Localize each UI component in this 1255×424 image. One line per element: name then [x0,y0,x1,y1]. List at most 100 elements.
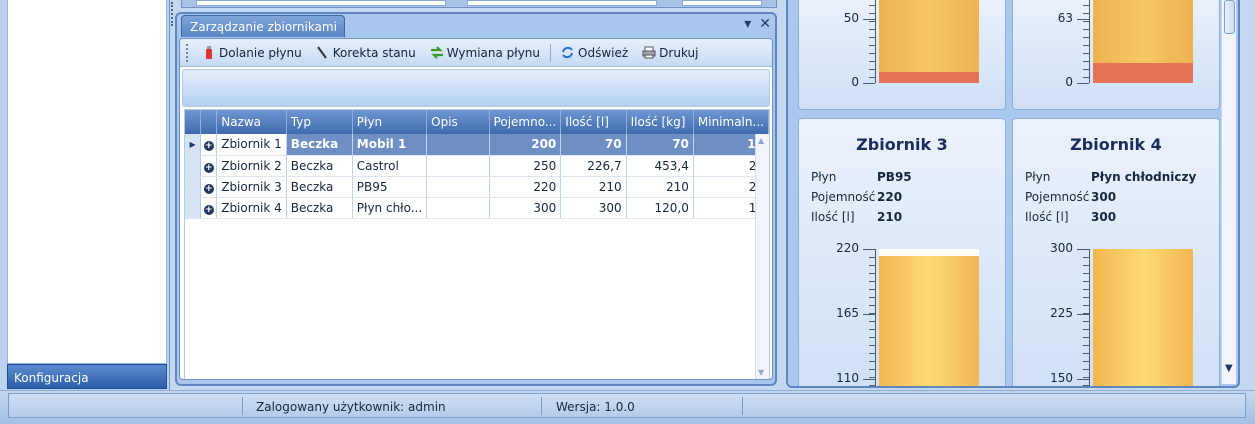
table-cell[interactable]: Beczka [286,176,353,198]
column-header[interactable]: Typ [286,110,353,134]
column-header[interactable]: Pojemno... [489,110,562,134]
minor-tick [869,345,875,346]
minor-tick [869,77,875,78]
table-cell[interactable]: Zbiornik 2 [216,155,287,177]
table-cell[interactable]: Zbiornik 4 [216,197,287,219]
minor-tick [1083,13,1089,14]
table-cell[interactable]: 70 [626,134,694,156]
korekta-stanu-button[interactable]: Korekta stanu [309,42,423,64]
table-cell[interactable]: Beczka [286,155,353,177]
dolanie-plynu-button[interactable]: Dolanie płynu [195,42,309,64]
status-bar: Zalogowany użytkownik: admin Wersja: 1.0… [0,390,1255,424]
scroll-down-icon[interactable]: ▼ [758,368,764,377]
table-cell[interactable]: 70 [560,134,627,156]
column-header[interactable]: Ilość [kg] [626,110,694,134]
column-header[interactable]: Nazwa [216,110,287,134]
scroll-up-icon[interactable]: ▲ [758,136,764,145]
tank-info-label: Płyn [1025,170,1051,184]
table-cell[interactable]: 300 [560,197,627,219]
table-cell[interactable] [426,134,490,156]
expand-row-button[interactable]: + [200,197,218,219]
drukuj-button[interactable]: Drukuj [635,42,705,64]
table-cell[interactable]: 226,7 [560,155,627,177]
minor-tick [869,13,875,14]
column-header[interactable]: Ilość [l] [560,110,627,134]
table-cell[interactable]: 453,4 [626,155,694,177]
table-cell[interactable]: Płyn chło... [352,197,428,219]
scroll-down-icon[interactable]: ▼ [1225,363,1233,374]
table-row[interactable]: + Zbiornik 4 Beczka Płyn chło... 300 300 120,0… [185,197,769,219]
minor-tick [1083,345,1089,346]
tank-low-level-fill [879,72,979,83]
tab-zarzadzanie-zbiornikami[interactable]: Zarządzanie zbiornikami [181,15,345,37]
minor-tick [1083,69,1089,70]
table-row[interactable]: ▶+Zbiornik 1BeczkaMobil 1200707010 [185,134,769,156]
tank-info-label: Ilość [l] [1025,210,1069,224]
table-cell[interactable]: 250 [489,155,562,177]
table-row[interactable]: +Zbiornik 3BeczkaPB9522021021022 [185,176,769,198]
table-cell[interactable]: 210 [626,176,694,198]
table-cell[interactable]: Castrol [352,155,428,177]
close-icon[interactable]: ✕ [759,16,771,32]
table-row[interactable]: +Zbiornik 2BeczkaCastrol250226,7453,420 [185,155,769,177]
tank-card[interactable]: Zbiornik 4 Płyn Płyn chłodniczy Pojemność 30… [1012,118,1220,386]
gauge-tick-label: 0 [1065,75,1073,89]
minor-tick [1083,45,1089,46]
table-cell[interactable]: Zbiornik 3 [216,176,287,198]
tab-menu-icon[interactable]: ▾ [744,16,751,32]
column-header[interactable]: Płyn [352,110,428,134]
major-tick [863,249,875,250]
table-cell[interactable] [426,155,490,177]
gauge-tick-label: 110 [836,371,859,385]
table-cell[interactable] [426,176,490,198]
exchange-icon [430,46,443,59]
tank-panel-scrollbar[interactable]: ▼ [1221,0,1236,384]
tank-card[interactable]: Zbiornik 3 Płyn PB95 Pojemność 220 Ilość [l] 2… [798,118,1006,386]
table-cell[interactable]: Mobil 1 [352,134,428,156]
toolbar: Dolanie płynu Korekta stanu Wymiana płyn… [180,39,772,67]
tank-level-gauge [1093,249,1193,386]
column-header[interactable]: Opis [426,110,490,134]
table-cell[interactable]: Beczka [286,134,353,156]
table-cell[interactable]: 220 [489,176,562,198]
row-indicator[interactable] [185,197,202,219]
tank-info-value: 220 [877,190,903,204]
tank-fill [1093,249,1193,386]
expand-row-button[interactable]: + [200,134,218,156]
column-header[interactable]: Minimaln... [693,110,769,134]
toolbar-grip[interactable] [186,43,189,62]
table-cell[interactable]: 300 [489,197,562,219]
table-cell[interactable]: PB95 [352,176,428,198]
table-cell[interactable]: 120,0 [626,197,694,219]
row-indicator[interactable]: ▶ [185,134,202,156]
table-cell[interactable]: Beczka [286,197,353,219]
expand-header [200,110,218,134]
row-indicator[interactable] [185,176,202,198]
minor-tick [1083,37,1089,38]
minor-tick [869,361,875,362]
tank-info-row: Płyn Płyn chłodniczy [1025,170,1196,184]
nav-item-konfiguracja[interactable]: Konfiguracja [7,364,167,389]
tank-info-label: Pojemność [811,190,876,204]
minor-tick [869,385,875,386]
wymiana-plynu-button[interactable]: Wymiana płynu [423,42,547,64]
grid-vertical-scrollbar[interactable]: ▲ ▼ [755,134,769,379]
scrollbar-thumb[interactable] [1224,0,1235,34]
upper-field-1 [196,0,446,6]
tank-info-value: PB95 [877,170,912,184]
table-cell[interactable]: 200 [489,134,562,156]
expand-row-button[interactable]: + [200,155,218,177]
table-cell[interactable]: 210 [560,176,627,198]
odswiez-button[interactable]: Odśwież [554,42,635,64]
row-indicator[interactable] [185,155,202,177]
gauge-tick-label: 50 [843,11,859,25]
minor-tick [1083,21,1089,22]
gauge-tick-label: 225 [1050,306,1073,320]
table-cell[interactable]: Zbiornik 1 [216,134,287,156]
plus-icon: + [203,183,214,194]
plus-icon: + [203,204,214,215]
pencil-icon [316,46,329,59]
gauge-axis [1089,249,1090,386]
expand-row-button[interactable]: + [200,176,218,198]
table-cell[interactable] [426,197,490,219]
